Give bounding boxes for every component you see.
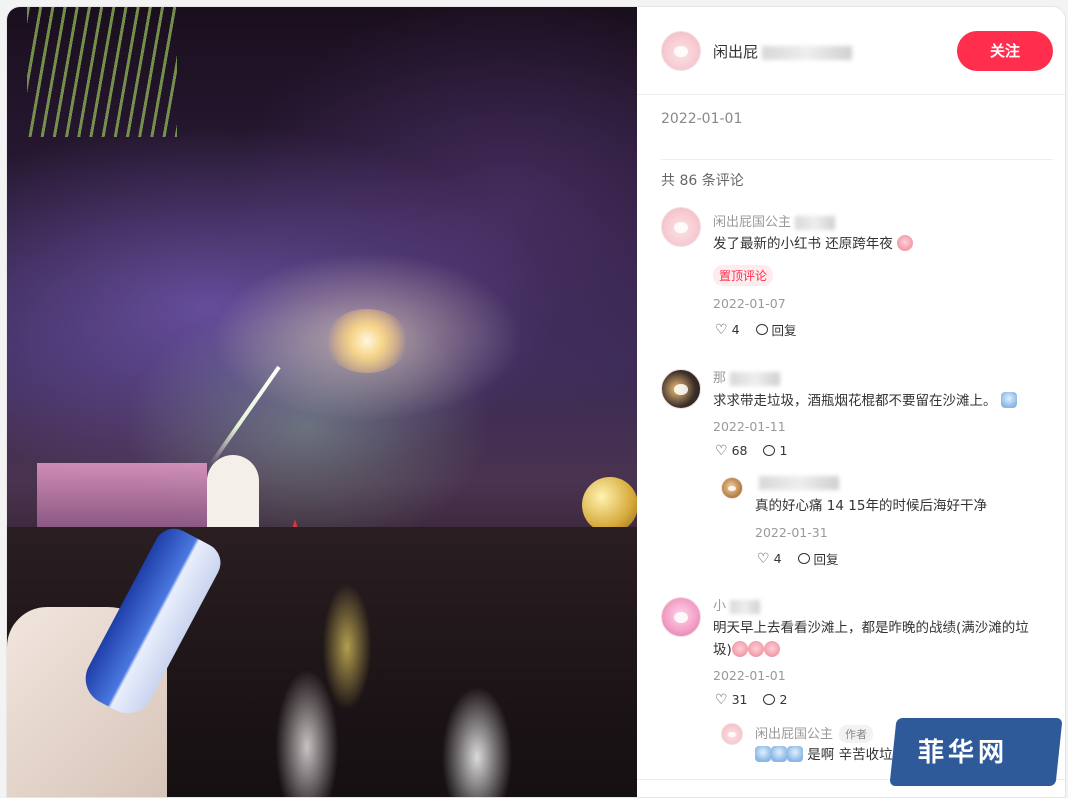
post-date: 2022-01-01 <box>661 111 743 127</box>
comment-actions: ♡ 68 1 <box>715 443 787 458</box>
follow-button[interactable]: 关注 <box>957 31 1053 71</box>
comment-bubble-icon <box>755 324 768 335</box>
reply-button[interactable]: 1 <box>763 443 787 458</box>
author-name[interactable]: 闲出屁 <box>713 41 853 62</box>
heart-icon: ♡ <box>715 442 728 459</box>
reply-actions: ♡ 4 回复 <box>757 549 839 568</box>
comment-actions: ♡ 4 回复 <box>715 320 797 339</box>
replier-avatar[interactable] <box>721 723 743 745</box>
blurred-name <box>762 45 853 60</box>
replier-name[interactable]: 闲出屁国公主 作者 <box>755 723 874 743</box>
replier-avatar[interactable] <box>721 477 743 499</box>
pinned-badge: 置顶评论 <box>713 265 774 286</box>
emoji-icon <box>755 746 771 762</box>
author-name-text: 闲出屁 <box>713 43 759 61</box>
reply-text: 是啊 辛苦收垃 <box>755 744 893 766</box>
author-avatar[interactable] <box>661 31 701 71</box>
commenter-avatar[interactable] <box>661 597 701 637</box>
palm-leaves <box>27 7 177 137</box>
author-bar: 闲出屁 关注 <box>637 7 1065 95</box>
comment-bubble-icon <box>763 694 776 705</box>
watermark-text: 菲华网 <box>918 738 1009 768</box>
reply-button[interactable]: 2 <box>763 692 787 707</box>
replier-name[interactable] <box>755 475 839 490</box>
comment-text: 发了最新的小红书 还原跨年夜 <box>713 233 914 255</box>
firework-trail <box>208 365 281 467</box>
heart-icon: ♡ <box>715 321 728 338</box>
commenter-avatar[interactable] <box>661 369 701 409</box>
like-button[interactable]: ♡ 68 <box>715 443 747 458</box>
reply-text: 真的好心痛 14 15年的时候后海好干净 <box>755 498 987 514</box>
like-button[interactable]: ♡ 31 <box>715 692 747 707</box>
like-button[interactable]: ♡ 4 <box>757 549 782 568</box>
commenter-name[interactable]: 那 <box>713 367 781 386</box>
comment-date: 2022-01-07 <box>713 296 786 311</box>
gold-balloon <box>582 477 638 533</box>
emoji-icon <box>787 746 803 762</box>
firework-burst <box>325 309 409 373</box>
emoji-icon <box>771 746 787 762</box>
heart-icon: ♡ <box>715 691 728 708</box>
pig-emoji-icon <box>747 641 764 657</box>
pig-emoji-icon <box>763 641 780 657</box>
comment-count: 共 86 条评论 <box>661 173 744 189</box>
comment-bubble-icon <box>763 445 776 456</box>
commenter-avatar[interactable] <box>661 207 701 247</box>
post-photo[interactable] <box>7 7 638 797</box>
comment-panel: 闲出屁 关注 2022-01-01 共 86 条评论 闲出屁国公主 发了最新的小… <box>637 7 1065 797</box>
like-button[interactable]: ♡ 4 <box>715 320 740 339</box>
divider <box>661 159 1053 160</box>
heart-icon: ♡ <box>757 550 770 567</box>
comment-text: 求求带走垃圾，酒瓶烟花棍都不要留在沙滩上。 <box>713 390 1017 412</box>
comment-date: 2022-01-11 <box>713 419 786 434</box>
post-window: 闲出屁 关注 2022-01-01 共 86 条评论 闲出屁国公主 发了最新的小… <box>6 6 1066 798</box>
commenter-name[interactable]: 小 <box>713 595 761 614</box>
comment-actions: ♡ 31 2 <box>715 692 787 707</box>
comment-text: 明天早上去看看沙滩上，都是昨晚的战绩(满沙滩的垃 圾) <box>713 620 1029 658</box>
pig-emoji-icon <box>731 641 748 657</box>
pig-emoji-icon <box>897 235 914 251</box>
reply-button[interactable]: 回复 <box>755 320 797 339</box>
comment-date: 2022-01-01 <box>713 668 786 683</box>
emoji-icon <box>1000 392 1017 408</box>
reply-date: 2022-01-31 <box>755 525 828 540</box>
author-tag: 作者 <box>839 725 874 743</box>
comment-bubble-icon <box>797 553 810 564</box>
commenter-name[interactable]: 闲出屁国公主 <box>713 211 836 230</box>
reply-button[interactable]: 回复 <box>797 549 839 568</box>
